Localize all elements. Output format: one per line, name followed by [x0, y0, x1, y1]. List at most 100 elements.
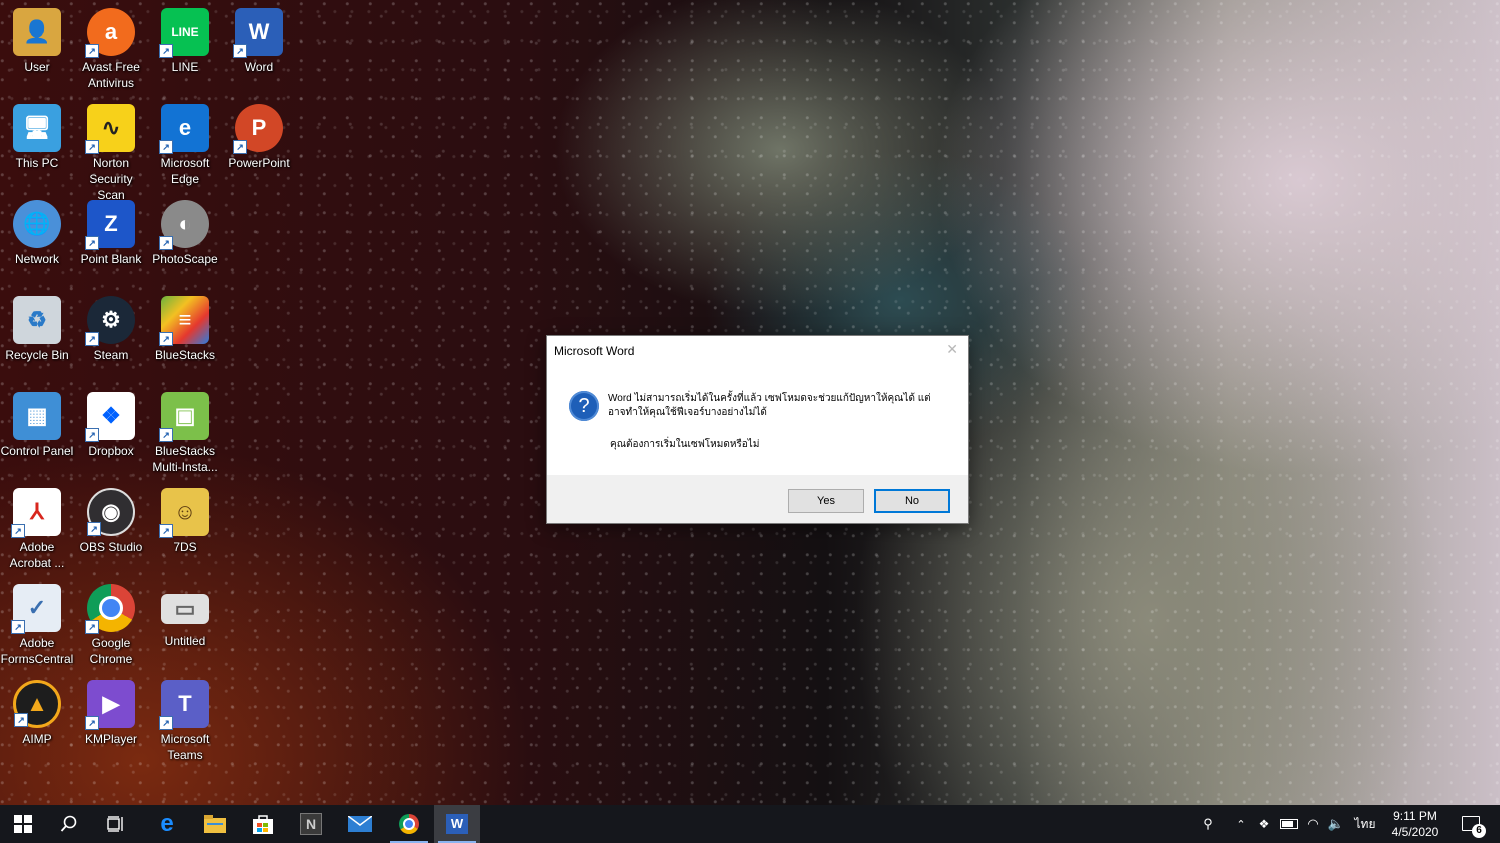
store-icon[interactable]	[240, 805, 286, 843]
icon-label: Avast Free Antivirus	[82, 60, 140, 90]
icon-label: OBS Studio	[79, 540, 143, 554]
mail-icon[interactable]	[337, 805, 383, 843]
dialog-message: Word ไม่สามารถเริ่มได้ในครั้งที่แล้ว เซฟ…	[608, 393, 931, 418]
desktop-icon-word[interactable]: W ↗ Word	[222, 4, 296, 75]
question-icon: ?	[569, 391, 599, 421]
obs-icon: ◉ ↗	[87, 488, 135, 536]
icon-label: Untitled	[164, 634, 206, 648]
clock[interactable]: 9:11 PM 4/5/2020	[1378, 808, 1452, 840]
desktop-icon-aimp[interactable]: ▲ ↗ AIMP	[0, 676, 74, 747]
word-taskbar-icon[interactable]: W	[434, 805, 480, 843]
control-panel-icon: ▦	[13, 392, 61, 440]
chrome-icon: ↗	[85, 584, 135, 634]
shortcut-arrow-icon: ↗	[87, 522, 101, 536]
desktop-icon-7ds[interactable]: ☺ ↗ 7DS	[148, 484, 222, 555]
desktop-icon-obs-studio[interactable]: ◉ ↗ OBS Studio	[74, 484, 148, 555]
icon-label: Google Chrome	[89, 636, 133, 666]
desktop-icon-untitled[interactable]: ▭ Untitled	[148, 580, 222, 649]
desktop-icon-norton[interactable]: ∿ ↗ Norton Security Scan	[74, 100, 148, 203]
icon-label: Dropbox	[88, 444, 134, 458]
desktop-icon-photoscape[interactable]: ◐ ↗ PhotoScape	[148, 196, 222, 267]
desktop-icon-recycle-bin[interactable]: ♻ Recycle Bin	[0, 292, 74, 363]
icon-label: Word	[244, 60, 274, 74]
shortcut-arrow-icon: ↗	[159, 236, 173, 250]
point-blank-icon: Z ↗	[85, 200, 135, 250]
recycle-bin-icon: ♻	[13, 296, 61, 344]
chrome-taskbar-icon[interactable]	[386, 805, 432, 843]
search-button[interactable]	[46, 805, 92, 843]
icon-label: User	[24, 60, 50, 74]
windows-logo-icon	[14, 815, 32, 833]
desktop-icon-user[interactable]: 👤 User	[0, 4, 74, 75]
7ds-game-icon: ☺ ↗	[159, 488, 209, 538]
icon-label: Microsoft Teams	[160, 732, 210, 762]
dialog-question: คุณต้องการเริ่มในเซฟโหมดหรือไม่	[610, 439, 760, 450]
shortcut-arrow-icon: ↗	[159, 44, 173, 58]
icon-label: 7DS	[173, 540, 197, 554]
notion-icon[interactable]: N	[288, 805, 334, 843]
language-indicator[interactable]: ไทย	[1350, 805, 1380, 843]
action-center-button[interactable]: 6	[1458, 805, 1498, 843]
shortcut-arrow-icon: ↗	[85, 428, 99, 442]
icon-label: PowerPoint	[228, 156, 290, 170]
desktop-icon-bluestacks[interactable]: ≡ ↗ BlueStacks	[148, 292, 222, 363]
shortcut-arrow-icon: ↗	[233, 140, 247, 154]
battery-icon[interactable]	[1278, 805, 1300, 843]
desktop-icon-control-panel[interactable]: ▦ Control Panel	[0, 388, 74, 459]
shortcut-arrow-icon: ↗	[159, 428, 173, 442]
icon-label: Network	[14, 252, 59, 266]
desktop-icon-google-chrome[interactable]: ↗ Google Chrome	[74, 580, 148, 667]
icon-label: Control Panel	[0, 444, 74, 458]
shortcut-arrow-icon: ↗	[233, 44, 247, 58]
task-view-icon	[107, 816, 123, 832]
desktop-icon-adobe-acrobat[interactable]: ⅄ ↗ Adobe Acrobat ...	[0, 484, 74, 571]
user-folder-icon: 👤	[13, 8, 61, 56]
steam-icon: ⚙ ↗	[85, 296, 135, 346]
icon-label: LINE	[171, 60, 199, 74]
shortcut-arrow-icon: ↗	[85, 716, 99, 730]
norton-icon: ∿ ↗	[85, 104, 135, 154]
icon-label: Microsoft Edge	[160, 156, 210, 186]
desktop-icon-kmplayer[interactable]: ▶ ↗ KMPlayer	[74, 676, 148, 747]
desktop-icon-point-blank[interactable]: Z ↗ Point Blank	[74, 196, 148, 267]
network-globe-icon: 🌐	[13, 200, 61, 248]
desktop-icon-avast[interactable]: a ↗ Avast Free Antivirus	[74, 4, 148, 91]
desktop-icon-microsoft-teams[interactable]: T ↗ Microsoft Teams	[148, 676, 222, 763]
edge-taskbar-icon[interactable]: e	[144, 805, 190, 843]
edge-icon: e ↗	[159, 104, 209, 154]
shortcut-arrow-icon: ↗	[159, 524, 173, 538]
taskbar: e N W ⚲ ⌃ ❖ ◠ 🔈 ไทย 9:11 PM 4/5/2020 6	[0, 805, 1500, 843]
icon-label: BlueStacks	[154, 348, 216, 362]
chevron-up-icon[interactable]: ⌃	[1232, 805, 1250, 843]
powerpoint-icon: P ↗	[233, 104, 283, 154]
file-explorer-icon[interactable]	[192, 805, 238, 843]
computer-icon: 🖥	[13, 104, 61, 152]
task-view-button[interactable]	[93, 805, 139, 843]
start-button[interactable]	[0, 805, 46, 843]
icon-label: This PC	[15, 156, 59, 170]
icon-label: Adobe Acrobat ...	[9, 540, 65, 570]
desktop-icon-powerpoint[interactable]: P ↗ PowerPoint	[222, 100, 296, 171]
no-button[interactable]: No	[874, 489, 950, 513]
line-icon: LINE ↗	[159, 8, 209, 58]
people-icon[interactable]: ⚲	[1195, 805, 1221, 843]
desktop-icon-network[interactable]: 🌐 Network	[0, 196, 74, 267]
desktop-icon-adobe-formscentral[interactable]: ✓ ↗ Adobe FormsCentral	[0, 580, 74, 667]
desktop-icon-this-pc[interactable]: 🖥 This PC	[0, 100, 74, 171]
desktop-icon-line[interactable]: LINE ↗ LINE	[148, 4, 222, 75]
dropbox-tray-icon[interactable]: ❖	[1254, 805, 1274, 843]
bluestacks-multi-icon: ▣ ↗	[159, 392, 209, 442]
desktop-icon-steam[interactable]: ⚙ ↗ Steam	[74, 292, 148, 363]
desktop-icon-dropbox[interactable]: ❖ ↗ Dropbox	[74, 388, 148, 459]
close-icon[interactable]: ✕	[946, 341, 958, 358]
shortcut-arrow-icon: ↗	[85, 236, 99, 250]
notification-count: 6	[1472, 824, 1486, 838]
yes-button[interactable]: Yes	[788, 489, 864, 513]
volume-icon[interactable]: 🔈	[1325, 805, 1347, 843]
safe-mode-dialog: Microsoft Word ✕ ? Word ไม่สามารถเริ่มได…	[546, 335, 969, 524]
wifi-icon[interactable]: ◠	[1303, 805, 1323, 843]
desktop-icon-edge[interactable]: e ↗ Microsoft Edge	[148, 100, 222, 187]
word-icon: W ↗	[233, 8, 283, 58]
desktop-icon-bluestacks-multi[interactable]: ▣ ↗ BlueStacks Multi-Insta...	[148, 388, 222, 475]
icon-label: PhotoScape	[152, 252, 218, 266]
